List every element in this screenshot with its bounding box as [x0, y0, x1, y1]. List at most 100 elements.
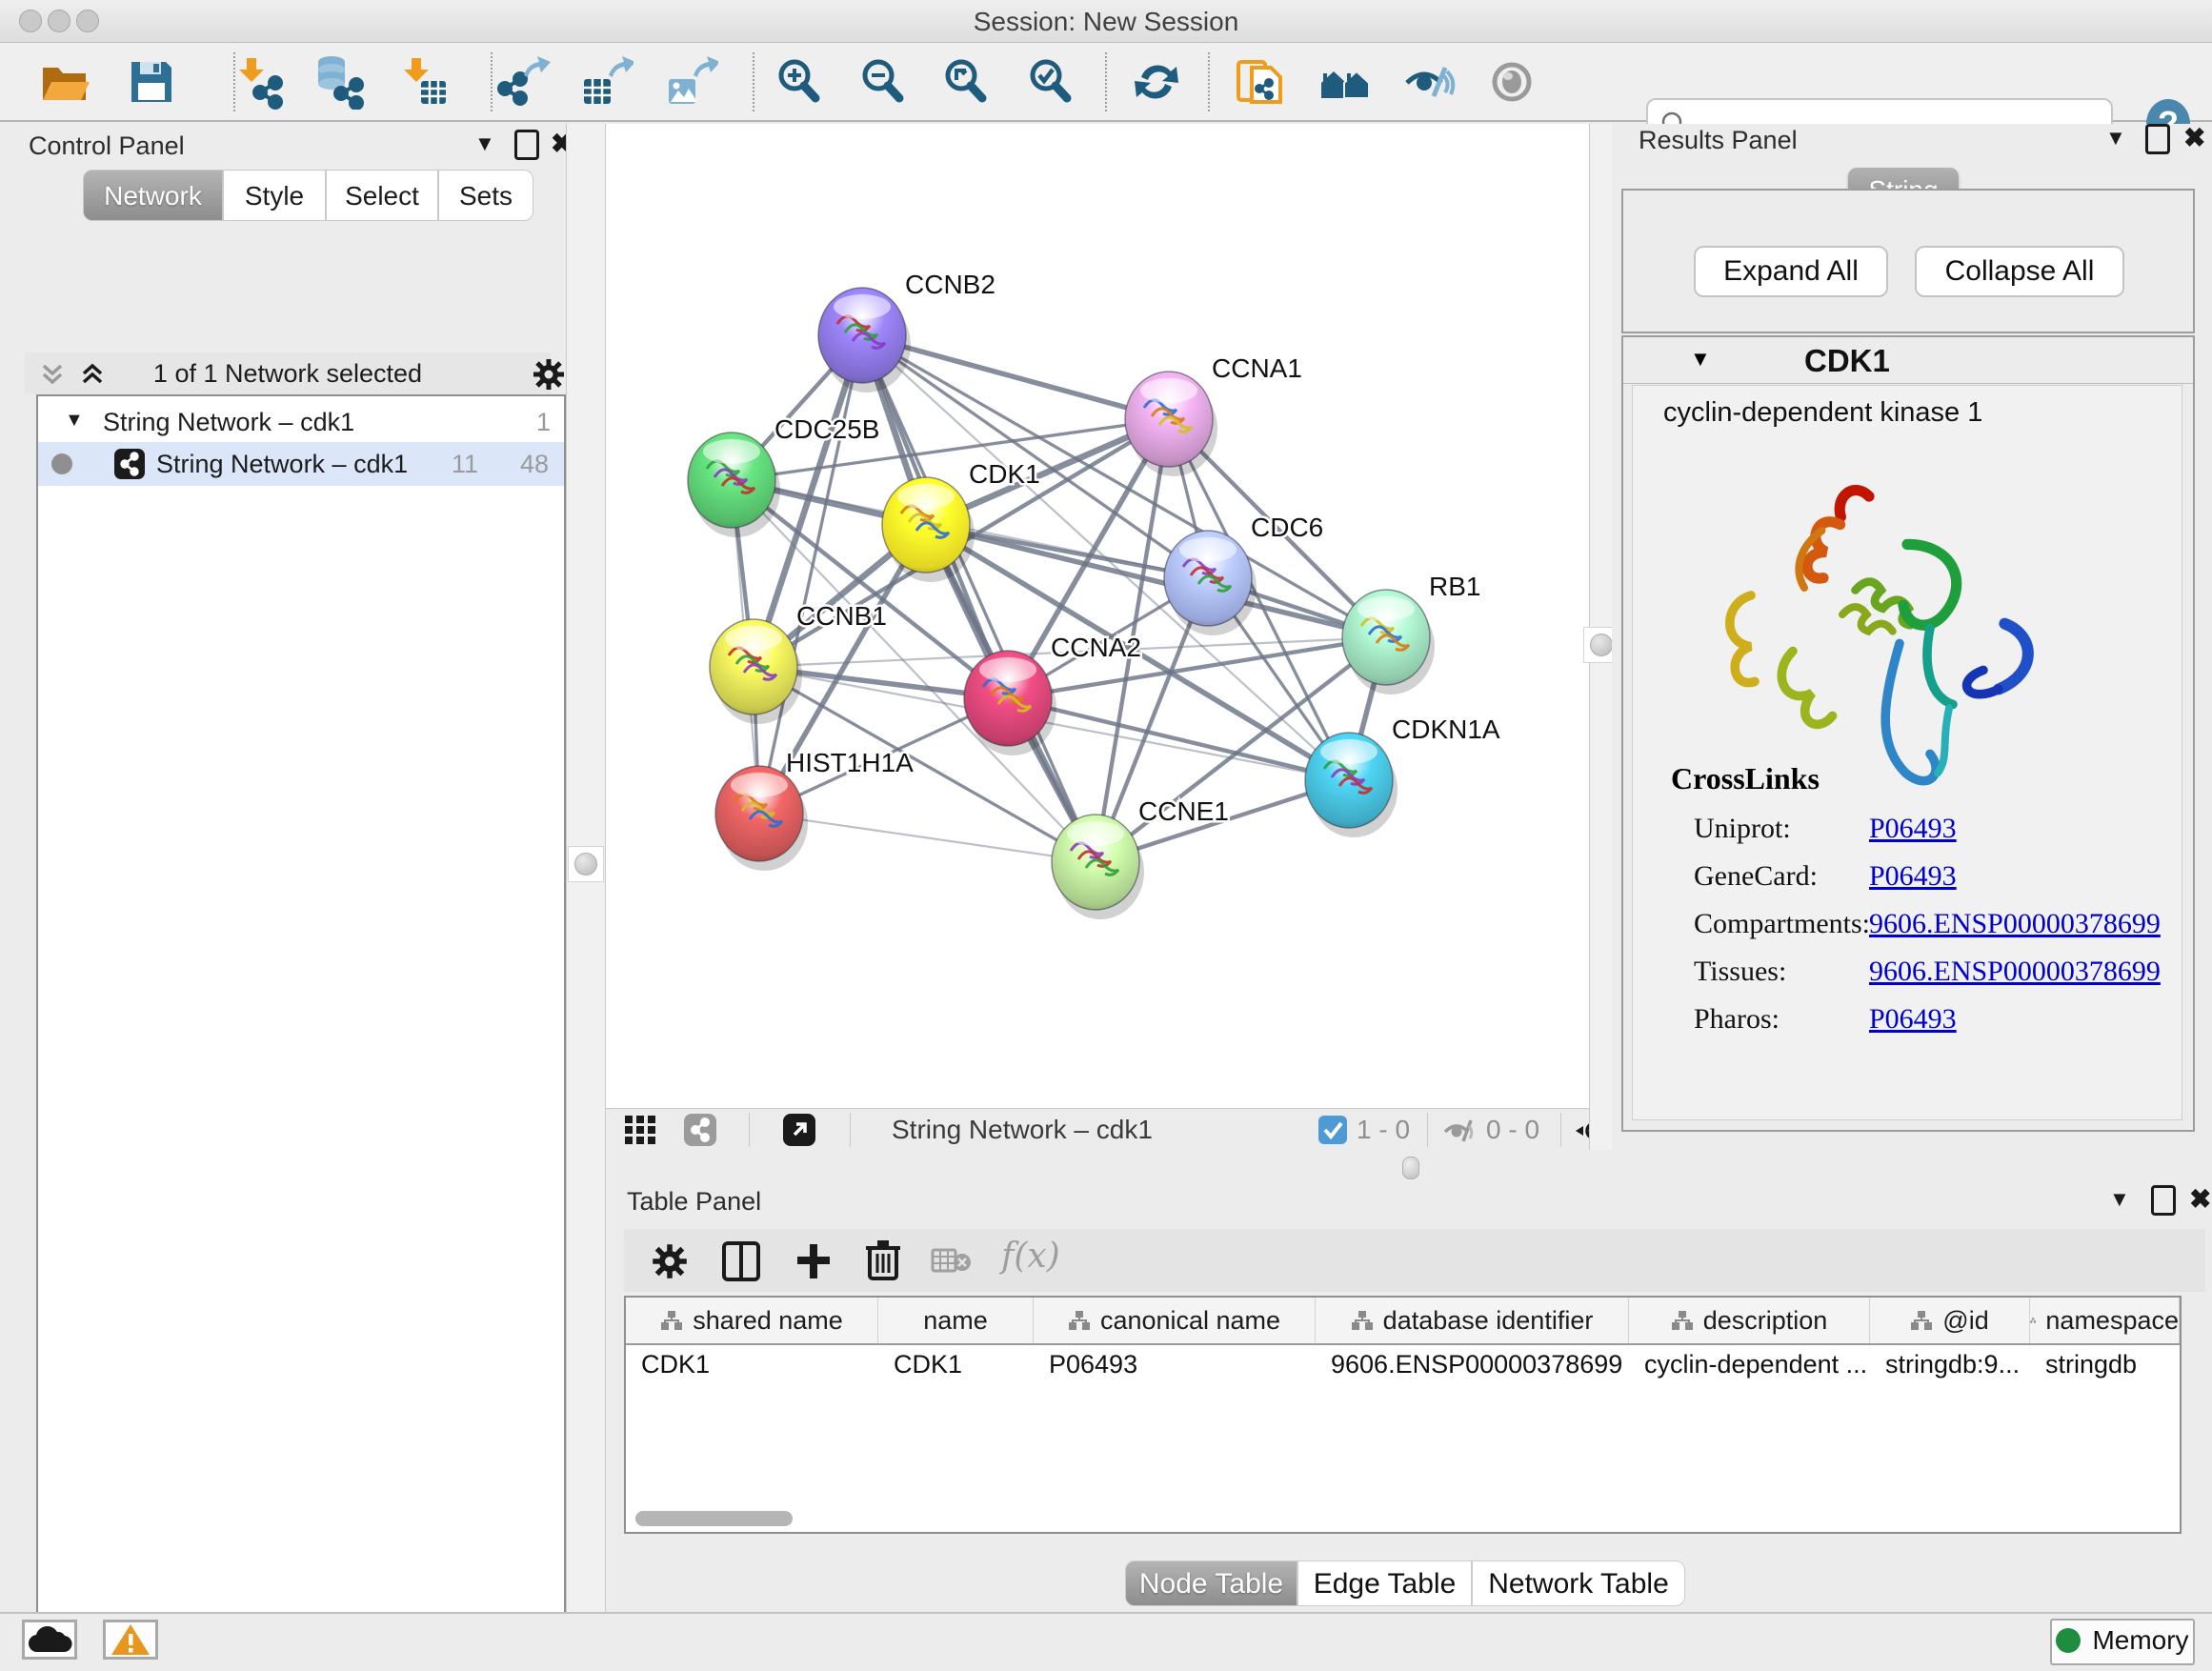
gene-expand-caret[interactable]: ▼	[1690, 347, 1711, 372]
table-panel-menu-caret[interactable]: ▼	[2109, 1187, 2130, 1212]
function-builder-fx-icon[interactable]: f(x)	[1001, 1237, 1060, 1276]
delete-column-trash-icon[interactable]	[864, 1238, 902, 1282]
node-gloss	[1179, 537, 1237, 562]
table-cell[interactable]: 9606.ENSP00000378699	[1316, 1343, 1629, 1385]
zoom-selected-button[interactable]	[1023, 54, 1078, 110]
network-node-label: CCNE1	[1138, 796, 1229, 826]
tab-node-table[interactable]: Node Table	[1125, 1560, 1297, 1606]
right-splitter[interactable]	[1589, 124, 1614, 1178]
import-table-button[interactable]	[396, 54, 452, 110]
memory-button[interactable]: Memory	[2050, 1619, 2195, 1665]
collection-expand-caret[interactable]: ▼	[65, 410, 84, 432]
net-toolbar-separator	[1560, 1113, 1561, 1147]
hide-selected-button[interactable]	[1401, 54, 1457, 110]
crosslink-row: Pharos:P06493	[1694, 1003, 2170, 1036]
crosslink-link[interactable]: 9606.ENSP00000378699	[1869, 956, 2161, 988]
tab-network[interactable]: Network	[83, 170, 223, 221]
table-cell[interactable]: stringdb:9...	[1870, 1343, 2030, 1385]
control-panel-float-button[interactable]	[514, 130, 539, 160]
table-horizontal-scrollbar[interactable]	[635, 1511, 793, 1526]
zoom-out-button[interactable]	[855, 54, 911, 110]
warning-status-button[interactable]	[103, 1620, 158, 1660]
add-column-plus-icon[interactable]	[794, 1240, 834, 1282]
string-view-badge-icon[interactable]	[684, 1114, 716, 1146]
column-header-database-identifier[interactable]: database identifier	[1316, 1298, 1629, 1343]
column-header-shared-name[interactable]: shared name	[626, 1298, 878, 1343]
show-eye-button[interactable]	[1484, 54, 1539, 110]
column-header--id[interactable]: @id	[1870, 1298, 2030, 1343]
eye-icon	[1484, 54, 1539, 110]
left-splitter-handle[interactable]	[568, 846, 604, 882]
zoom-in-button[interactable]	[772, 54, 827, 110]
table-panel-float-button[interactable]	[2151, 1185, 2176, 1216]
open-in-window-icon[interactable]	[783, 1114, 815, 1146]
show-columns-icon[interactable]	[721, 1240, 761, 1282]
tab-edge-table[interactable]: Edge Table	[1297, 1560, 1472, 1606]
network-edge[interactable]	[759, 335, 862, 814]
gene-section-header[interactable]: ▼ CDK1	[1623, 337, 2193, 384]
crosslink-link[interactable]: P06493	[1869, 813, 1957, 845]
selected-checkbox-icon[interactable]	[1318, 1116, 1347, 1144]
delete-table-icon[interactable]	[931, 1246, 973, 1277]
column-header-namespace[interactable]: namespace	[2030, 1298, 2180, 1343]
import-network-button[interactable]	[231, 54, 287, 110]
network-edge[interactable]	[862, 335, 1096, 862]
save-floppy-icon	[124, 54, 179, 110]
warning-triangle-icon	[110, 1622, 151, 1657]
houses-icon	[1317, 54, 1373, 110]
results-controls-box: Expand All Collapse All	[1621, 189, 2195, 333]
collapse-all-button[interactable]: Collapse All	[1915, 246, 2124, 297]
tab-style[interactable]: Style	[223, 170, 326, 221]
network-graph[interactable]: CCNB2CCNA1CDC25BCDK1CDC6RB1CCNB1CCNA2CDK…	[606, 124, 1589, 1108]
tab-sets[interactable]: Sets	[438, 170, 533, 221]
tab-select[interactable]: Select	[326, 170, 438, 221]
show-all-networks-button[interactable]	[1317, 54, 1373, 110]
column-header-canonical-name[interactable]: canonical name	[1034, 1298, 1316, 1343]
toolbar-separator	[1105, 52, 1107, 111]
crosslink-label: GeneCard:	[1694, 860, 1818, 892]
network-options-gear-icon[interactable]	[532, 357, 566, 392]
control-panel-menu-caret[interactable]: ▼	[474, 131, 495, 156]
open-session-button[interactable]	[38, 54, 93, 110]
column-header-label: namespace	[2045, 1306, 2179, 1336]
results-panel-menu-caret[interactable]: ▼	[2105, 126, 2126, 151]
network-row-selected[interactable]: String Network – cdk1 11 48	[38, 442, 564, 486]
save-session-button[interactable]	[124, 54, 179, 110]
column-header-description[interactable]: description	[1629, 1298, 1870, 1343]
table-row[interactable]: CDK1CDK1P064939606.ENSP00000378699cyclin…	[626, 1343, 2180, 1385]
export-image-button[interactable]	[663, 54, 718, 110]
network-canvas[interactable]: CCNB2CCNA1CDC25BCDK1CDC6RB1CCNB1CCNA2CDK…	[606, 124, 1589, 1108]
cloud-status-button[interactable]	[22, 1620, 77, 1660]
table-cell[interactable]: stringdb	[2030, 1343, 2180, 1385]
column-header-name[interactable]: name	[878, 1298, 1034, 1343]
apply-layout-button[interactable]	[1129, 54, 1184, 110]
results-panel-float-button[interactable]	[2145, 124, 2170, 154]
table-cell[interactable]: cyclin-dependent ...	[1629, 1343, 1870, 1385]
export-network-button[interactable]	[497, 54, 553, 110]
network-edge[interactable]	[759, 814, 1096, 862]
crosslink-link[interactable]: P06493	[1869, 860, 1957, 893]
import-network-from-database-button[interactable]	[311, 54, 366, 110]
export-table-button[interactable]	[578, 54, 633, 110]
hidden-eye-slash-icon[interactable]	[1442, 1115, 1477, 1145]
expand-all-button[interactable]: Expand All	[1694, 246, 1888, 297]
network-edge[interactable]	[1008, 698, 1349, 780]
crosslink-link[interactable]: 9606.ENSP00000378699	[1869, 908, 2161, 940]
results-panel-close-button[interactable]: ✖	[2183, 122, 2205, 153]
table-toolbar: f(x)	[624, 1229, 2205, 1292]
network-node-label: CDK1	[969, 459, 1040, 489]
zoom-fit-button[interactable]	[938, 54, 994, 110]
horizontal-splitter-handle[interactable]	[1402, 1157, 1419, 1179]
table-cell[interactable]: CDK1	[878, 1343, 1034, 1385]
crosslink-link[interactable]: P06493	[1869, 1003, 1957, 1036]
table-panel-close-button[interactable]: ✖	[2189, 1183, 2211, 1215]
table-header-row: shared namenamecanonical namedatabase id…	[626, 1298, 2180, 1345]
table-cell[interactable]: CDK1	[626, 1343, 878, 1385]
tab-network-table[interactable]: Network Table	[1472, 1560, 1685, 1606]
birdseye-grid-icon[interactable]	[625, 1116, 657, 1144]
table-cell[interactable]: P06493	[1034, 1343, 1316, 1385]
network-collection-row[interactable]: ▼ String Network – cdk1 1	[38, 400, 564, 444]
left-splitter[interactable]	[566, 124, 606, 1612]
copy-network-button[interactable]	[1233, 54, 1288, 110]
table-gear-icon[interactable]	[651, 1242, 689, 1280]
